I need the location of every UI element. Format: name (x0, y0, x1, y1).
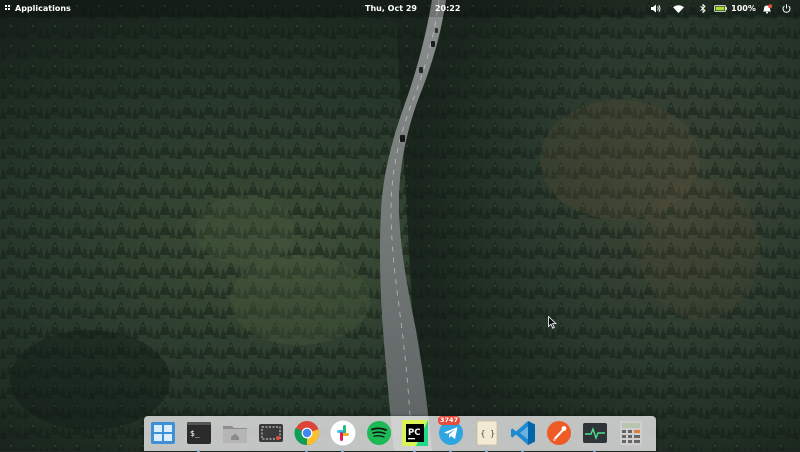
applications-menu-button[interactable]: Applications (5, 0, 71, 17)
dock-item-code-editor[interactable]: { } (474, 420, 500, 452)
code-editor-icon: { } (476, 420, 498, 446)
network-indicator[interactable] (664, 0, 692, 17)
battery-icon (714, 5, 728, 12)
system-indicators: 100% (648, 0, 794, 17)
date-time-indicator[interactable]: Thu, Oct 29 20:22 (365, 0, 460, 17)
power-icon (782, 4, 790, 13)
dock-item-multitasking-view[interactable] (150, 420, 176, 446)
dock-item-pycharm[interactable]: PC (402, 420, 428, 452)
pycharm-logo-text: PC (408, 428, 420, 438)
calculator-icon (620, 421, 642, 445)
code-editor-glyph: { } (481, 429, 495, 438)
vscode-icon (511, 421, 535, 445)
screenshot-icon (259, 424, 283, 442)
system-monitor-icon (583, 423, 607, 443)
postman-icon (547, 421, 571, 445)
desktop-wallpaper (0, 0, 800, 451)
dock-item-postman[interactable] (546, 420, 572, 446)
unread-badge: 3747 (438, 416, 461, 425)
notifications-indicator[interactable] (756, 0, 778, 17)
dock: $_ PC 3747 {} (144, 416, 656, 452)
top-panel: Applications Thu, Oct 29 20:22 100% (0, 0, 800, 17)
bluetooth-indicator[interactable] (692, 0, 714, 17)
applications-label: Applications (15, 4, 71, 13)
session-indicator[interactable] (778, 0, 794, 17)
files-icon (223, 426, 247, 443)
battery-indicator[interactable]: 100% (714, 0, 756, 17)
time-label: 20:22 (434, 4, 461, 13)
dock-item-vscode[interactable] (510, 420, 536, 452)
terminal-icon: $_ (187, 422, 211, 444)
chrome-icon (294, 421, 320, 446)
pycharm-icon: PC (402, 420, 428, 446)
wifi-icon (672, 4, 684, 13)
dock-item-spotify[interactable] (366, 420, 392, 446)
dock-item-slack[interactable] (330, 420, 356, 452)
dock-item-terminal[interactable]: $_ (186, 420, 212, 452)
spotify-icon (367, 421, 391, 445)
dock-item-system-monitor[interactable] (582, 420, 608, 452)
multitasking-view-icon (151, 422, 175, 444)
dock-item-calculator[interactable] (618, 420, 644, 446)
bluetooth-icon (700, 4, 706, 13)
applications-grid-icon (5, 5, 12, 12)
dock-item-telegram[interactable]: 3747 (438, 416, 464, 452)
dock-item-chrome[interactable] (294, 420, 320, 452)
slack-icon (330, 420, 356, 446)
terminal-glyph: $_ (190, 429, 200, 438)
dock-item-files[interactable] (222, 420, 248, 446)
date-label: Thu, Oct 29 (365, 4, 417, 13)
volume-indicator[interactable] (648, 0, 664, 17)
mouse-pointer-icon (548, 316, 557, 329)
dock-item-screenshot[interactable] (258, 420, 284, 446)
volume-icon (651, 4, 661, 13)
battery-percent-label: 100% (731, 4, 756, 13)
notifications-icon (763, 3, 772, 14)
